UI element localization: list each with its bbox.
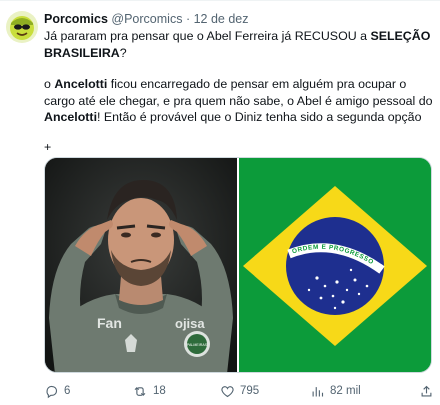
- tweet-paragraph-2: o Ancelotti ficou encarregado de pensar …: [44, 76, 436, 126]
- share-icon: [419, 384, 434, 399]
- tweet-actions: 6 18 795 82 mil: [44, 382, 436, 400]
- text-segment: ?: [119, 45, 127, 60]
- separator-dot: ·: [185, 12, 191, 26]
- text-segment: o: [44, 77, 55, 91]
- reply-icon: [44, 384, 59, 399]
- tweet-paragraph-1: Já pararam pra pensar que o Abel Ferreir…: [44, 28, 436, 61]
- author-name[interactable]: Porcomics: [44, 12, 108, 26]
- text-segment: ! Então é provável que o Diniz tenha sid…: [97, 110, 422, 124]
- author-handle[interactable]: @Porcomics: [111, 12, 182, 26]
- media-grid: Fan ojisa PALMEIRAS ORDEM E PROGRESSO: [44, 157, 432, 373]
- views-count: 82 mil: [330, 385, 361, 397]
- brazil-flag[interactable]: ORDEM E PROGRESSO: [238, 158, 431, 372]
- tweet-text: Já pararam pra pensar que o Abel Ferreir…: [44, 28, 436, 155]
- retweet-icon: [132, 384, 148, 399]
- retweet-count: 18: [153, 385, 166, 397]
- shirt-text: Fan: [97, 315, 122, 331]
- shirt-text-2: ojisa: [175, 316, 205, 331]
- heart-icon: [220, 384, 235, 399]
- views-icon: [310, 384, 325, 399]
- tweet-header: Porcomics @Porcomics · 12 de dez: [44, 12, 249, 26]
- avatar[interactable]: [6, 11, 38, 43]
- tweet-plus-sign: +: [44, 139, 52, 154]
- tweet-date[interactable]: 12 de dez: [194, 12, 249, 26]
- crest-text: PALMEIRAS: [187, 343, 208, 347]
- views-button[interactable]: 82 mil: [310, 382, 361, 400]
- share-button[interactable]: [419, 382, 434, 400]
- reply-button[interactable]: 6: [44, 382, 70, 400]
- tweet-card[interactable]: Porcomics @Porcomics · 12 de dez Já para…: [0, 0, 440, 405]
- retweet-button[interactable]: 18: [132, 382, 166, 400]
- like-button[interactable]: 795: [220, 382, 259, 400]
- text-bold-segment: Ancelotti: [44, 110, 98, 124]
- coach-portrait-photo[interactable]: Fan ojisa PALMEIRAS: [45, 158, 237, 372]
- like-count: 795: [240, 385, 260, 397]
- text-bold-segment: Ancelotti: [54, 77, 108, 91]
- reply-count: 6: [64, 385, 71, 397]
- text-segment: Já pararam pra pensar que o Abel Ferreir…: [44, 29, 371, 43]
